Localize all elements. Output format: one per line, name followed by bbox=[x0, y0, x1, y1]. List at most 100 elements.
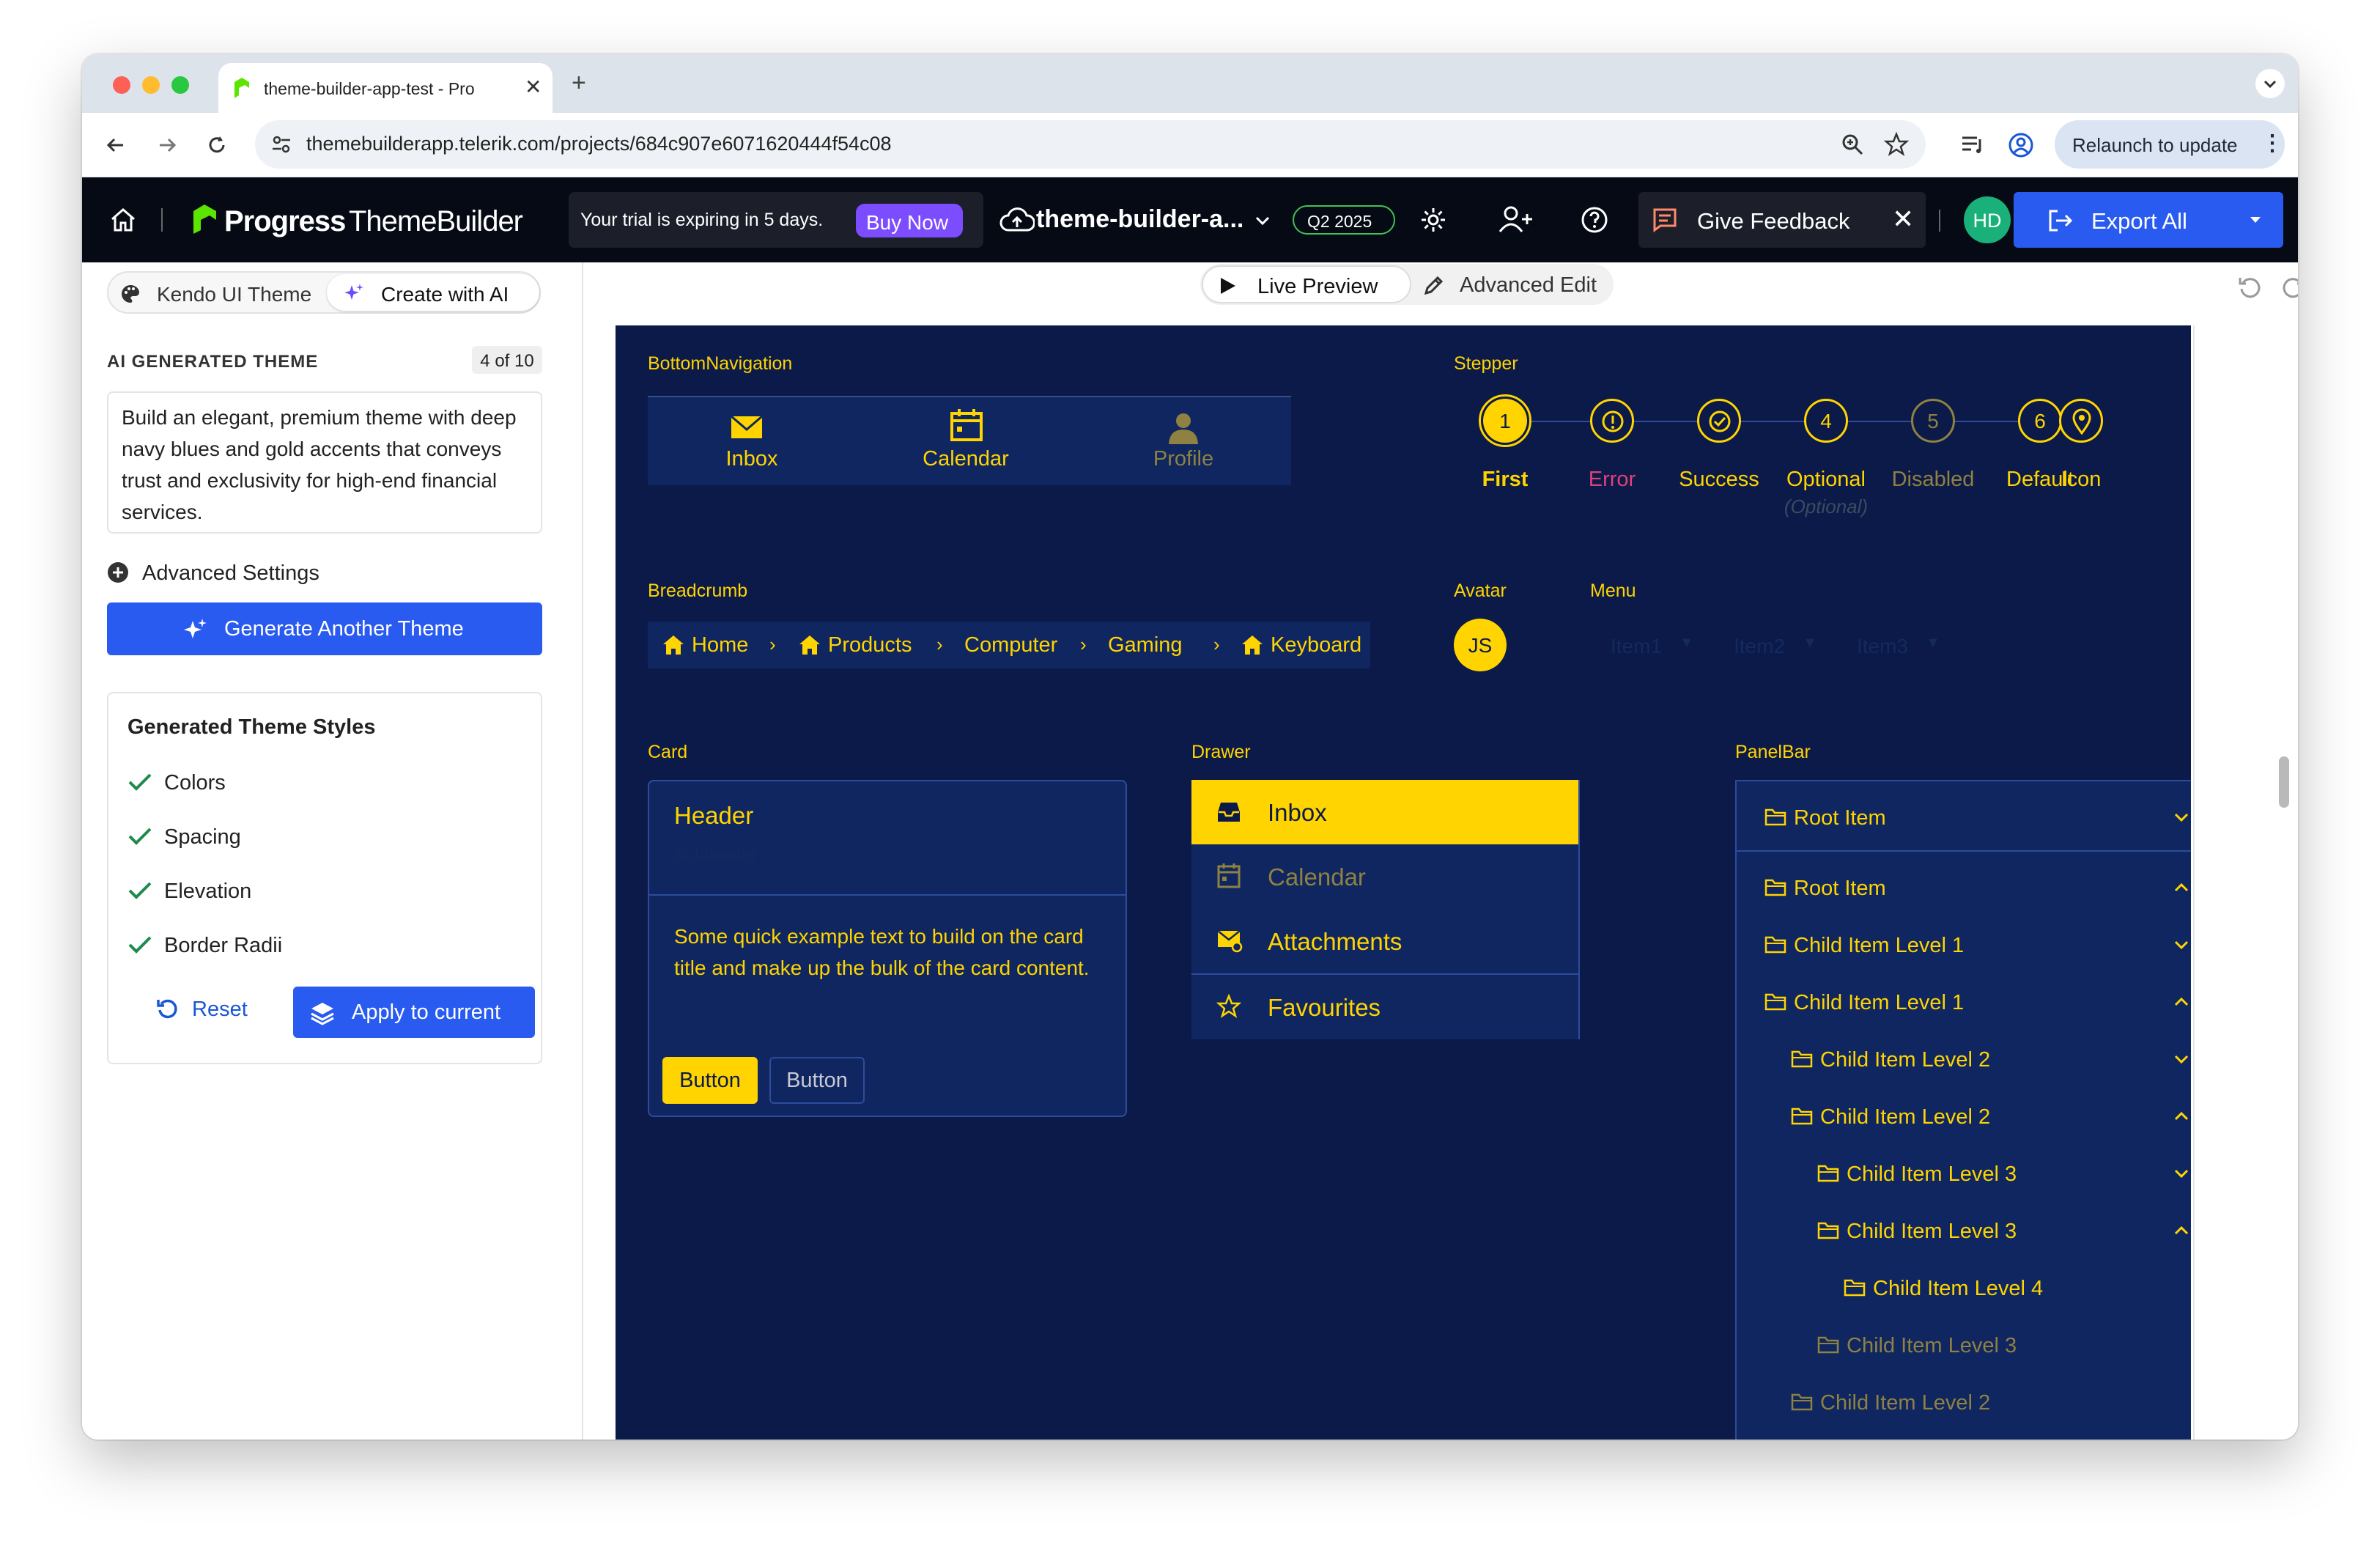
export-caret-down-icon[interactable] bbox=[2248, 213, 2263, 227]
step-first[interactable]: 1 First bbox=[1454, 394, 1556, 519]
undo-icon[interactable] bbox=[2236, 274, 2263, 301]
forward-icon[interactable] bbox=[152, 130, 182, 160]
menu-item[interactable]: Item2 bbox=[1734, 635, 1785, 658]
relaunch-button[interactable]: Relaunch to update ⋮ bbox=[2055, 120, 2285, 169]
live-preview-tab[interactable]: Live Preview bbox=[1202, 265, 1411, 303]
prompt-textarea[interactable]: Build an elegant, premium theme with dee… bbox=[107, 391, 542, 534]
vertical-scrollbar-thumb[interactable] bbox=[2279, 756, 2289, 808]
check-icon bbox=[128, 825, 152, 847]
project-chevron-down-icon[interactable] bbox=[1252, 210, 1274, 232]
generate-another-theme-button[interactable]: Generate Another Theme bbox=[107, 602, 542, 655]
drawer-item-calendar[interactable]: Calendar bbox=[1191, 844, 1578, 909]
inbox-icon bbox=[1216, 800, 1241, 824]
breadcrumb-item[interactable]: Computer bbox=[964, 633, 1057, 657]
panelbar-child-item[interactable]: Child Item Level 1 bbox=[1737, 975, 2191, 1031]
zoom-window-button[interactable] bbox=[171, 76, 189, 94]
new-tab-icon[interactable]: + bbox=[572, 69, 586, 97]
panelbar-root-item[interactable]: Root Item bbox=[1737, 853, 2191, 924]
menu-caret-icon: ▼ bbox=[1926, 635, 1940, 651]
step-optional[interactable]: 4 Optional (Optional) bbox=[1775, 394, 1877, 519]
trial-text: Your trial is expiring in 5 days. bbox=[580, 210, 824, 230]
export-label: Export All bbox=[2091, 208, 2187, 234]
reload-icon[interactable] bbox=[202, 130, 232, 160]
chevron-down-icon bbox=[2172, 808, 2191, 827]
advanced-edit-tab[interactable]: Advanced Edit bbox=[1416, 265, 1611, 303]
tab-create-with-ai[interactable]: Create with AI bbox=[327, 274, 539, 311]
drawer-item-attachments[interactable]: Attachments bbox=[1191, 909, 1578, 973]
breadcrumb-chevron-icon: › bbox=[936, 633, 943, 655]
card: Header Subheader Some quick example text… bbox=[648, 780, 1127, 1117]
profile-icon[interactable] bbox=[2006, 130, 2036, 160]
add-user-icon[interactable] bbox=[1498, 204, 1533, 236]
menu-item[interactable]: Item1 bbox=[1611, 635, 1662, 658]
close-window-button[interactable] bbox=[113, 76, 130, 94]
user-avatar[interactable]: HD bbox=[1964, 196, 2011, 243]
card-section-label: Card bbox=[648, 742, 688, 762]
panelbar-child-item[interactable]: Child Item Level 3 bbox=[1737, 1146, 2191, 1202]
minimize-window-button[interactable] bbox=[142, 76, 160, 94]
gear-icon[interactable] bbox=[1419, 205, 1448, 235]
media-controls-icon[interactable] bbox=[1958, 130, 1987, 160]
panelbar-child-item[interactable]: Child Item Level 4 bbox=[1737, 1261, 2191, 1316]
drawer-item-inbox[interactable]: Inbox bbox=[1191, 780, 1578, 844]
advanced-edit-label: Advanced Edit bbox=[1460, 273, 1597, 297]
back-icon[interactable] bbox=[101, 130, 130, 160]
bottom-nav-item-inbox[interactable]: Inbox bbox=[648, 397, 856, 487]
panelbar-child-item[interactable]: Child Item Level 1 bbox=[1737, 918, 2191, 973]
browser-tab[interactable]: theme-builder-app-test - Pro ✕ bbox=[218, 63, 552, 113]
tab-kendo-ui-theme[interactable]: Kendo UI Theme bbox=[110, 274, 322, 311]
breadcrumb-item[interactable]: Gaming bbox=[1108, 633, 1183, 657]
breadcrumb-item[interactable]: Home bbox=[692, 633, 748, 657]
card-divider bbox=[649, 894, 1126, 896]
advanced-settings-label: Advanced Settings bbox=[142, 561, 319, 585]
help-icon[interactable] bbox=[1580, 205, 1609, 235]
generated-styles-card: Generated Theme Styles Colors Spacing El… bbox=[107, 692, 542, 1064]
panelbar-child-item[interactable]: Child Item Level 3 bbox=[1737, 1204, 2191, 1259]
step-label: Optional bbox=[1786, 468, 1866, 491]
feedback-banner[interactable]: Give Feedback ✕ bbox=[1638, 192, 1926, 248]
menu-item[interactable]: Item3 bbox=[1857, 635, 1908, 658]
step-error[interactable]: Error bbox=[1561, 394, 1663, 519]
panelbar-item-label: Child Item Level 3 bbox=[1847, 1334, 2017, 1357]
step-label: Icon bbox=[2061, 468, 2102, 491]
breadcrumb-chevron-icon: › bbox=[1080, 633, 1087, 655]
preview-scroll-gutter bbox=[2191, 325, 2298, 1440]
project-name[interactable]: theme-builder-a... bbox=[1036, 205, 1243, 234]
step-icon[interactable]: Icon bbox=[2030, 394, 2132, 519]
tab-search-button[interactable] bbox=[2255, 69, 2285, 98]
export-all-button[interactable]: Export All bbox=[2014, 192, 2283, 248]
bottom-nav-item-calendar[interactable]: Calendar bbox=[856, 397, 1076, 487]
advanced-settings-toggle[interactable]: Advanced Settings bbox=[107, 557, 400, 586]
user-icon bbox=[1167, 412, 1200, 444]
reset-button[interactable]: Reset bbox=[145, 988, 262, 1029]
card-secondary-button[interactable]: Button bbox=[769, 1057, 865, 1104]
panelbar-item-label: Root Item bbox=[1794, 877, 1886, 900]
close-feedback-icon[interactable]: ✕ bbox=[1892, 204, 1914, 235]
bottom-nav-label: Inbox bbox=[725, 447, 778, 471]
home-icon[interactable] bbox=[108, 205, 138, 235]
user-initials: HD bbox=[1973, 210, 2002, 232]
panelbar-root-item[interactable]: Root Item bbox=[1737, 781, 2191, 852]
chevron-down-icon bbox=[2172, 1050, 2191, 1069]
step-success[interactable]: Success bbox=[1668, 394, 1770, 519]
buy-now-button[interactable]: Buy Now bbox=[856, 204, 963, 237]
bottom-nav-item-profile[interactable]: Profile bbox=[1076, 397, 1291, 487]
panelbar-child-item[interactable]: Child Item Level 2 bbox=[1737, 1089, 2191, 1145]
bookmark-star-icon[interactable] bbox=[1883, 131, 1910, 158]
drawer-item-favourites[interactable]: Favourites bbox=[1191, 975, 1578, 1039]
site-info-icon[interactable] bbox=[270, 133, 293, 156]
breadcrumb-item[interactable]: Products bbox=[828, 633, 912, 657]
close-tab-icon[interactable]: ✕ bbox=[525, 75, 542, 99]
kebab-menu-icon[interactable]: ⋮ bbox=[2261, 130, 2283, 156]
card-primary-button[interactable]: Button bbox=[662, 1057, 758, 1104]
address-bar[interactable]: themebuilderapp.telerik.com/projects/684… bbox=[255, 120, 1926, 169]
chevron-up-icon bbox=[2172, 992, 2191, 1011]
zoom-icon[interactable] bbox=[1839, 131, 1866, 158]
breadcrumb-item[interactable]: Keyboard bbox=[1271, 633, 1361, 657]
tab-strip: theme-builder-app-test - Pro ✕ + bbox=[82, 54, 2298, 113]
apply-to-current-button[interactable]: Apply to current bbox=[293, 987, 535, 1038]
step-marker: 5 bbox=[1911, 399, 1955, 443]
relaunch-label: Relaunch to update bbox=[2072, 134, 2238, 156]
panelbar-child-item[interactable]: Child Item Level 2 bbox=[1737, 1032, 2191, 1088]
redo-icon[interactable] bbox=[2280, 274, 2298, 301]
